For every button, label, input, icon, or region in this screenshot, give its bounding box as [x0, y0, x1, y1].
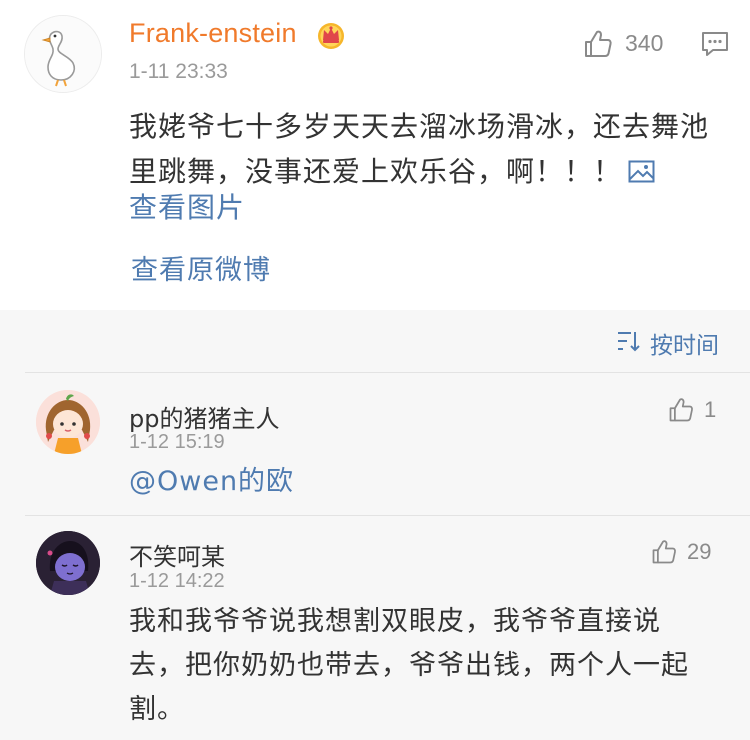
comment-username[interactable]: pp的猪猪主人 — [129, 399, 279, 434]
goose-avatar-icon — [25, 16, 101, 92]
sort-bar: 按时间 — [0, 310, 750, 372]
post-username[interactable]: Frank-enstein — [129, 18, 297, 49]
divider — [25, 515, 750, 516]
comment-like-count: 29 — [687, 539, 712, 564]
sort-by-time-button[interactable]: 按时间 — [650, 326, 719, 360]
comment-time: 1-12 14:22 — [129, 570, 225, 592]
post-like-count: 340 — [625, 30, 664, 56]
comment-icon[interactable] — [700, 30, 730, 58]
thumbs-up-icon[interactable] — [650, 538, 678, 566]
view-original-post-link[interactable]: 查看原微博 — [131, 248, 271, 287]
thumbs-up-icon[interactable] — [667, 396, 695, 424]
dark-character-avatar-icon — [36, 531, 100, 595]
image-icon[interactable] — [628, 160, 655, 183]
girl-avatar-icon — [36, 390, 100, 454]
comment-like-count: 1 — [704, 397, 717, 422]
crown-icon[interactable] — [316, 20, 346, 50]
comment-username[interactable]: 不笑呵某 — [129, 537, 225, 572]
thumbs-up-icon[interactable] — [582, 28, 614, 60]
sort-icon[interactable] — [617, 330, 641, 352]
post-time: 1-11 23:33 — [129, 60, 228, 83]
post-text-content: 我姥爷七十多岁天天去溜冰场滑冰，还去舞池里跳舞，没事还爱上欢乐谷，啊！！！ — [129, 110, 710, 188]
divider — [25, 372, 750, 373]
post-text: 我姥爷七十多岁天天去溜冰场滑冰，还去舞池里跳舞，没事还爱上欢乐谷，啊！！！ — [129, 104, 729, 194]
comment-text: 我和我爷爷说我想割双眼皮，我爷爷直接说去，把你奶奶也带去，爷爷出钱，两个人一起割… — [129, 606, 689, 725]
comment-avatar[interactable] — [36, 390, 100, 454]
comments-section: 按时间 pp的猪猪主人 1-12 15:19 1 @Owen的欧 不笑呵某 1-… — [0, 310, 750, 740]
comment-time: 1-12 15:19 — [129, 431, 225, 453]
post-avatar[interactable] — [24, 15, 102, 93]
weibo-post: Frank-enstein 1-11 23:33 340 我姥爷七十多岁天天去溜… — [0, 0, 750, 310]
comment-avatar[interactable] — [36, 531, 100, 595]
comment-text[interactable]: @Owen的欧 — [129, 460, 714, 504]
view-pictures-link[interactable]: 查看图片 — [129, 186, 245, 226]
